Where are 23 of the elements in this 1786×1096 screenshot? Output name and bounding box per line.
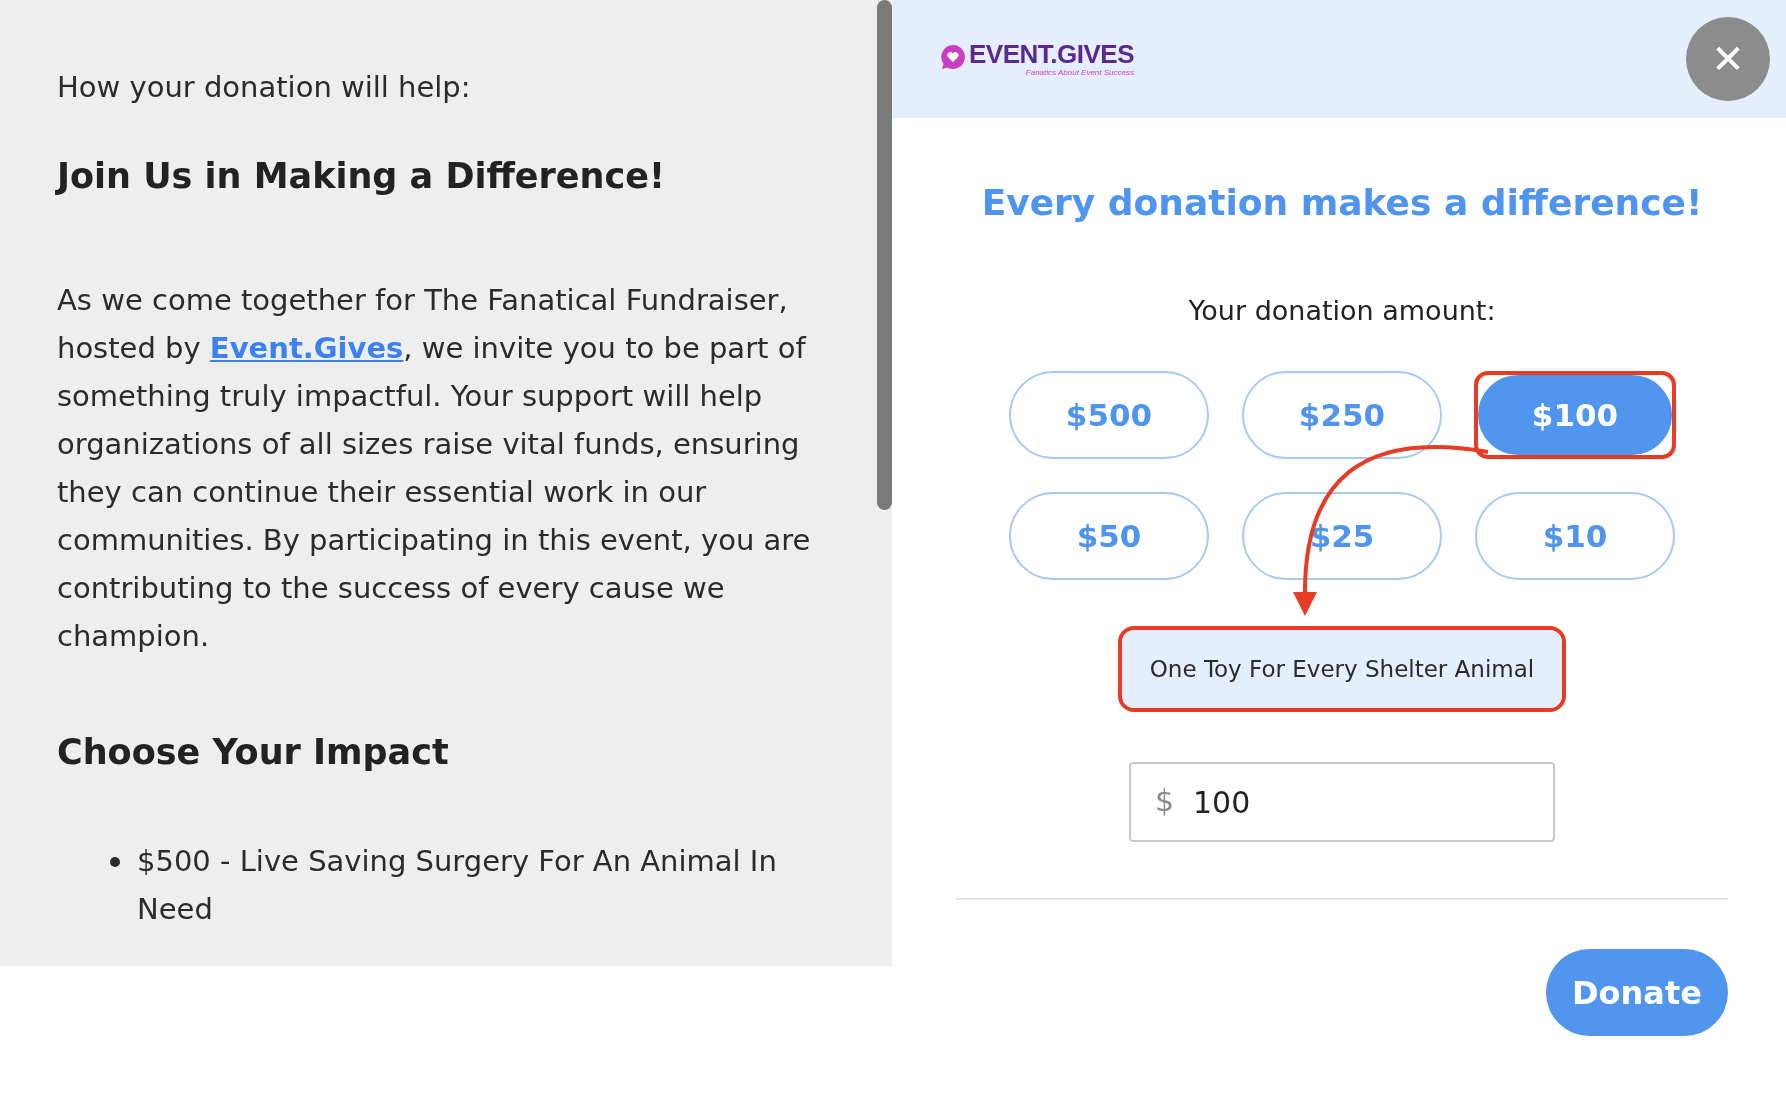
donation-title: Every donation makes a difference!	[981, 182, 1703, 223]
logo-wordmark: EVENT.GIVES	[969, 39, 1134, 70]
amount-button[interactable]: $25	[1242, 492, 1442, 580]
event-gives-link[interactable]: Event.Gives	[209, 331, 404, 365]
intro-text: How your donation will help:	[57, 70, 472, 104]
heart-bubble-icon	[939, 43, 967, 71]
amount-button[interactable]: $250	[1242, 371, 1442, 459]
bullet-icon	[110, 857, 120, 867]
currency-prefix: $	[1155, 782, 1175, 820]
amount-button[interactable]: $10	[1475, 492, 1675, 580]
amount-button[interactable]: $500	[1009, 371, 1209, 459]
impact-item: $500 - Live Saving Surgery For An Animal In Need	[137, 844, 777, 926]
paragraph: As we come together for The Fanatical Fundraiser, hosted by Event.Gives, we invite you to be part of something truly impactful. Your support will help organizations of all sizes raise vital funds, ensuring they can continue their essential work in our communities. By participating in this event, you are contributing to the success of every cause we champion.	[57, 282, 812, 655]
section-heading: Choose Your Impact	[57, 732, 450, 772]
section-heading: Join Us in Making a Difference!	[57, 156, 666, 196]
close-button[interactable]: ✕	[1686, 17, 1770, 101]
cause-option[interactable]: One Toy For Every Shelter Animal	[1121, 630, 1563, 708]
scrollbar[interactable]	[877, 0, 892, 510]
amount-label: Your donation amount:	[1188, 295, 1496, 326]
amount-button[interactable]: $50	[1009, 492, 1209, 580]
logo-tagline: Fanatics About Event Success	[1025, 68, 1134, 77]
amount-button[interactable]: $100	[1478, 375, 1672, 455]
donate-button[interactable]: Donate	[1546, 949, 1728, 1036]
